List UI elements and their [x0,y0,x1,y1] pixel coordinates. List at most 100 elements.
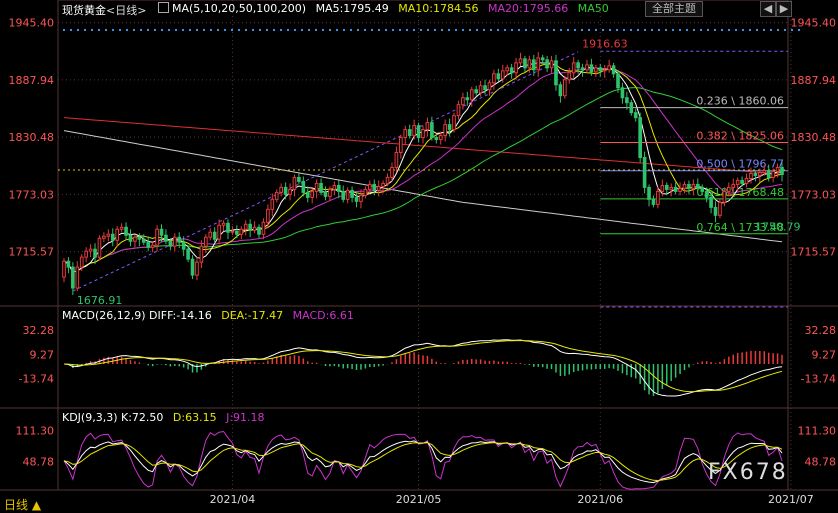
candle-body [536,57,541,71]
candle-body [478,85,483,94]
candle-body [474,89,479,94]
candle-body [164,234,168,242]
top-dot [223,28,227,32]
candle-body [110,233,115,241]
top-dot [405,28,409,32]
candle-body [106,233,111,237]
macd-legend: MACD(26,12,9) DIFF:-14.16 DEA:-17.47 MAC… [62,309,354,322]
top-dot [573,28,577,32]
top-dot [622,28,626,32]
top-dot [685,28,689,32]
candle-body [128,234,133,242]
top-dot [559,28,563,32]
time-tick-label: 2021/05 [396,493,442,506]
top-dot [552,28,556,32]
candle-body [336,184,341,192]
candle-body [580,67,585,71]
candle-body [762,169,767,173]
price-tick-right: 1830.48 [791,131,837,144]
fib-level-label: 0.382 \ 1825.06 [696,130,784,143]
time-tick-label: 2021/06 [577,493,623,506]
time-tick-label: 2021/04 [210,493,256,506]
top-dot [503,28,507,32]
candle-body [598,67,603,72]
theme-button[interactable]: 全部主题 [645,1,703,17]
candle-body [713,206,718,216]
macd-value: MACD:6.61 [292,309,354,322]
candle-body [208,231,213,238]
candle-body [540,57,545,61]
top-dot [566,28,570,32]
candle-body [88,248,93,252]
candle-body [261,221,266,235]
period-footer[interactable]: 日线 ▲ [4,496,41,513]
top-dot [216,28,220,32]
top-dot [314,28,318,32]
top-dot [202,28,206,32]
top-dot [237,28,241,32]
top-dot [734,28,738,32]
top-dot [769,28,773,32]
nav-right-button[interactable]: ▶ [776,1,792,17]
top-dot [657,28,661,32]
top-dot [643,28,647,32]
candle-body [217,224,221,240]
candle-body [438,135,443,141]
top-dot [776,28,780,32]
candle-body [656,190,660,205]
top-dot [433,28,437,32]
candle-body [155,228,159,246]
candle-body [235,230,239,235]
candle-body [691,183,696,189]
candle-body [678,187,682,192]
top-dot [132,28,136,32]
nav-left-button[interactable]: ◀ [760,1,776,17]
candle-body [496,73,501,80]
price-annotation: 1750.79 [755,221,801,234]
top-dot [97,28,101,32]
candle-body [509,67,514,74]
candle-body [549,60,554,69]
price-tick-left: 1715.57 [9,246,55,259]
kdj-j-line [63,430,783,490]
top-dot [398,28,402,32]
top-dot [692,28,696,32]
chart-canvas[interactable]: 1945.40 1945.40 1887.94 1887.94 1830.48 1830.… [0,0,838,512]
candle-body [505,67,510,72]
candle-body [558,84,563,97]
top-dot [510,28,514,32]
kdj-tick-right: 48.78 [805,455,837,468]
candle-body [647,186,651,200]
top-dot [636,28,640,32]
candle-body [461,97,465,106]
time-tick-label: 2021/07 [768,493,814,506]
top-dot [76,28,80,32]
candle-body [243,223,248,230]
price-tick-left: 1773.03 [9,188,55,201]
top-dot [384,28,388,32]
top-dot [307,28,311,32]
candle-body [576,62,580,69]
candle-body [266,208,270,223]
candle-body [780,166,784,175]
kdj-tick-left: 48.78 [23,455,55,468]
candle-body [673,186,678,192]
candle-body [744,177,749,184]
candle-body [150,244,155,248]
candle-body [212,231,217,240]
macd-diff: DIFF:-14.16 [149,309,212,322]
candle-body [239,228,244,235]
top-dot [748,28,752,32]
candle-body [133,236,137,242]
candle-body [146,241,151,248]
candle-body [465,97,470,101]
candle-body [758,171,762,176]
top-dot [118,28,122,32]
candle-body [248,223,252,231]
top-dot [230,28,234,32]
candle-body [594,67,598,73]
candle-body [607,65,611,71]
candle-body [434,137,439,141]
symbol-title: 现货黄金<日线> [62,2,146,18]
candle-body [629,102,634,114]
